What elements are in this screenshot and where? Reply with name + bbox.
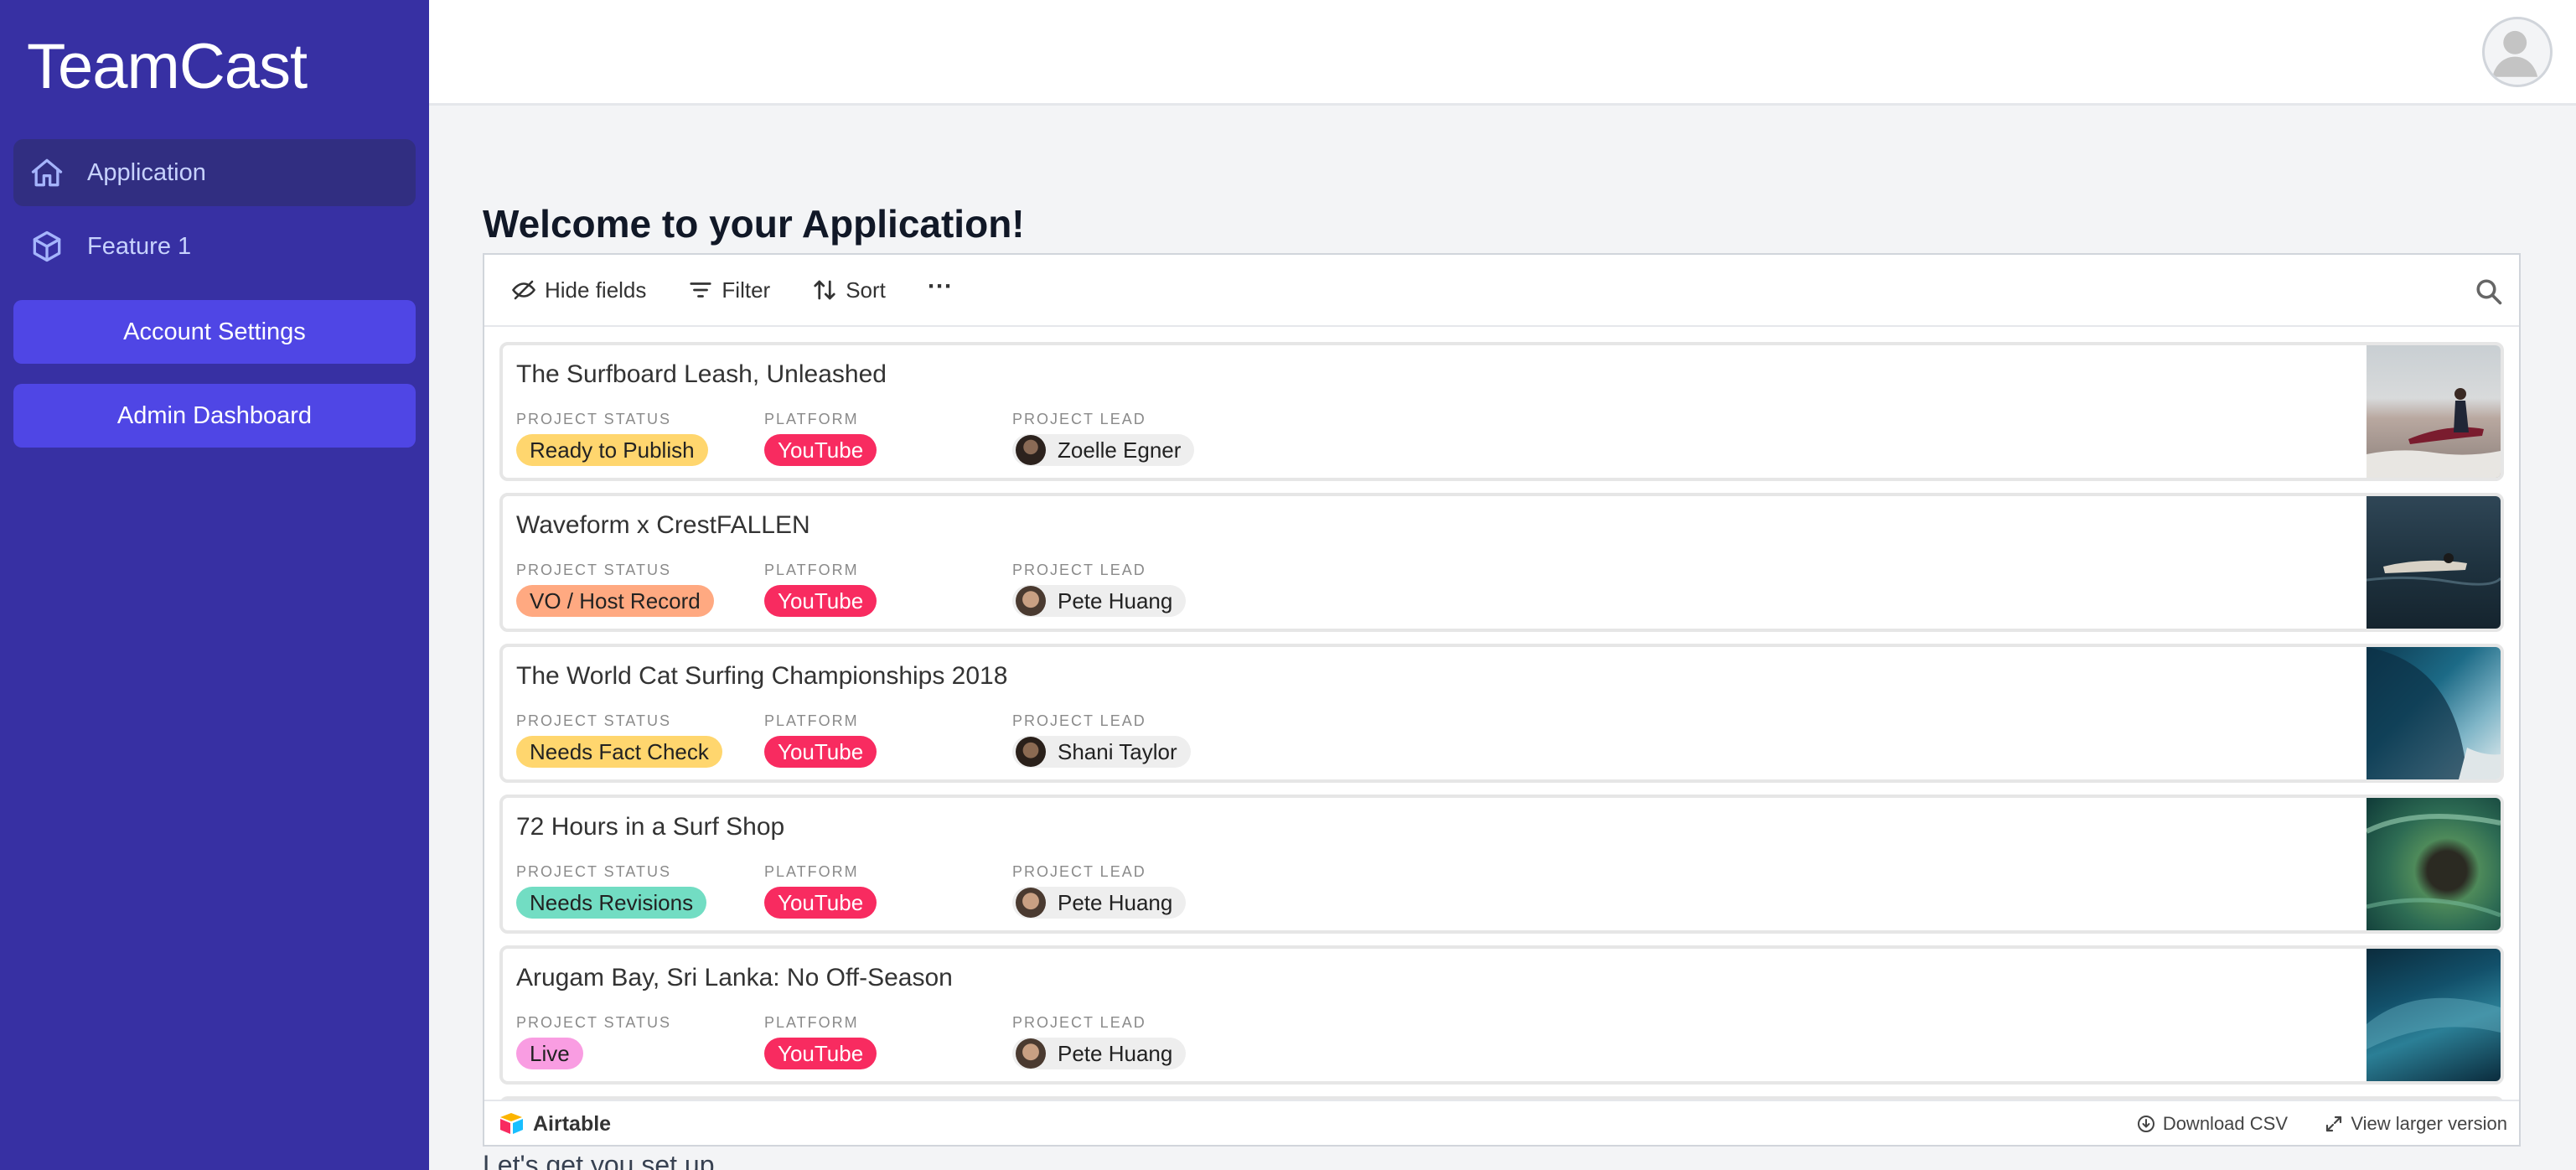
platform-label: PLATFORM bbox=[764, 863, 859, 880]
platform-badge: YouTube bbox=[764, 887, 877, 919]
record-title: The World Cat Surfing Championships 2018 bbox=[516, 662, 1008, 690]
lead-name: Pete Huang bbox=[1058, 889, 1173, 915]
platform-label: PLATFORM bbox=[764, 562, 859, 578]
embed-footer: Airtable Download CSV View larger versio… bbox=[484, 1100, 2519, 1145]
status-badge: Needs Revisions bbox=[516, 887, 707, 919]
view-larger-label: View larger version bbox=[2351, 1113, 2507, 1134]
setup-heading: Let's get you set up bbox=[483, 1150, 715, 1170]
platform-label: PLATFORM bbox=[764, 1014, 859, 1031]
avatar bbox=[1016, 888, 1046, 918]
project-lead-label: PROJECT LEAD bbox=[1012, 1014, 1146, 1031]
platform-badge: YouTube bbox=[764, 585, 877, 617]
filter-label: Filter bbox=[722, 277, 771, 303]
sidebar-item-label: Feature 1 bbox=[87, 232, 192, 260]
sidebar-item-label: Application bbox=[87, 158, 206, 186]
platform-badge: YouTube bbox=[764, 1038, 877, 1069]
project-lead-chip: Zoelle Egner bbox=[1012, 434, 1195, 466]
sidebar-item-feature-1[interactable]: Feature 1 bbox=[13, 213, 416, 280]
sidebar-item-application[interactable]: Application bbox=[13, 139, 416, 206]
record-title: 72 Hours in a Surf Shop bbox=[516, 813, 785, 841]
project-lead-chip: Shani Taylor bbox=[1012, 736, 1191, 768]
project-status-label: PROJECT STATUS bbox=[516, 411, 672, 427]
platform-label: PLATFORM bbox=[764, 411, 859, 427]
status-badge: Needs Fact Check bbox=[516, 736, 722, 768]
brand-logo[interactable]: TeamCast bbox=[27, 30, 308, 103]
search-icon[interactable] bbox=[2474, 277, 2504, 307]
expand-icon bbox=[2326, 1116, 2342, 1132]
download-csv-label: Download CSV bbox=[2162, 1113, 2288, 1134]
record-thumbnail bbox=[2367, 345, 2501, 478]
status-badge: Ready to Publish bbox=[516, 434, 708, 466]
project-status-label: PROJECT STATUS bbox=[516, 562, 672, 578]
airtable-brand: Airtable bbox=[533, 1111, 612, 1136]
airtable-logo[interactable]: Airtable bbox=[498, 1110, 611, 1138]
lead-name: Pete Huang bbox=[1058, 1040, 1173, 1066]
record-thumbnail bbox=[2366, 496, 2501, 629]
sort-icon bbox=[814, 280, 835, 300]
avatar bbox=[1016, 586, 1046, 616]
record-list: The Surfboard Leash, Unleashed PROJECT S… bbox=[499, 342, 2504, 1133]
airtable-embed: Hide fields Filter Sort ··· The Surfboar… bbox=[483, 253, 2521, 1147]
avatar bbox=[1016, 435, 1046, 465]
list-item[interactable]: Arugam Bay, Sri Lanka: No Off-Season PRO… bbox=[499, 945, 2504, 1085]
project-status-label: PROJECT STATUS bbox=[516, 863, 672, 880]
platform-badge: YouTube bbox=[764, 736, 877, 768]
project-lead-label: PROJECT LEAD bbox=[1012, 712, 1146, 729]
record-thumbnail bbox=[2367, 647, 2501, 779]
status-badge: Live bbox=[516, 1038, 583, 1069]
platform-badge: YouTube bbox=[764, 434, 877, 466]
filter-button[interactable]: Filter bbox=[688, 277, 770, 303]
project-lead-label: PROJECT LEAD bbox=[1012, 562, 1146, 578]
sidebar: TeamCast Application Feature 1 Account S… bbox=[0, 0, 429, 1170]
more-options-button[interactable]: ··· bbox=[928, 272, 953, 301]
status-badge: VO / Host Record bbox=[516, 585, 714, 617]
filter-icon bbox=[690, 282, 712, 298]
record-thumbnail bbox=[2365, 798, 2501, 930]
lead-name: Pete Huang bbox=[1058, 588, 1173, 613]
embed-toolbar: Hide fields Filter Sort ··· bbox=[484, 255, 2519, 327]
project-lead-label: PROJECT LEAD bbox=[1012, 863, 1146, 880]
list-item[interactable]: The Surfboard Leash, Unleashed PROJECT S… bbox=[499, 342, 2504, 481]
user-avatar-icon[interactable] bbox=[2482, 17, 2553, 87]
airtable-icon bbox=[500, 1113, 523, 1134]
record-title: The Surfboard Leash, Unleashed bbox=[516, 360, 887, 388]
eye-off-icon bbox=[511, 280, 536, 300]
hide-fields-label: Hide fields bbox=[545, 277, 647, 303]
record-title: Arugam Bay, Sri Lanka: No Off-Season bbox=[516, 964, 953, 991]
admin-dashboard-button[interactable]: Admin Dashboard bbox=[13, 384, 416, 448]
page-title: Welcome to your Application! bbox=[483, 202, 1025, 246]
account-settings-button[interactable]: Account Settings bbox=[13, 300, 416, 364]
top-bar bbox=[429, 0, 2576, 106]
list-item[interactable]: 72 Hours in a Surf Shop PROJECT STATUS P… bbox=[499, 795, 2504, 934]
project-lead-label: PROJECT LEAD bbox=[1012, 411, 1146, 427]
list-item[interactable]: Waveform x CrestFALLEN PROJECT STATUS PL… bbox=[499, 493, 2504, 632]
lead-name: Shani Taylor bbox=[1058, 738, 1177, 764]
avatar bbox=[1016, 737, 1046, 767]
sort-button[interactable]: Sort bbox=[812, 277, 886, 303]
list-item[interactable]: The World Cat Surfing Championships 2018… bbox=[499, 644, 2504, 783]
download-icon bbox=[2137, 1116, 2154, 1132]
project-status-label: PROJECT STATUS bbox=[516, 1014, 672, 1031]
project-lead-chip: Pete Huang bbox=[1012, 1038, 1187, 1069]
download-csv-link[interactable]: Download CSV bbox=[2136, 1113, 2288, 1135]
record-thumbnail bbox=[2367, 949, 2501, 1081]
platform-label: PLATFORM bbox=[764, 712, 859, 729]
home-icon bbox=[27, 153, 67, 193]
cube-icon bbox=[27, 226, 67, 267]
project-status-label: PROJECT STATUS bbox=[516, 712, 672, 729]
project-lead-chip: Pete Huang bbox=[1012, 887, 1187, 919]
hide-fields-button[interactable]: Hide fields bbox=[511, 277, 646, 303]
view-larger-link[interactable]: View larger version bbox=[2324, 1113, 2507, 1135]
avatar bbox=[1016, 1038, 1046, 1069]
lead-name: Zoelle Egner bbox=[1058, 437, 1182, 463]
sort-label: Sort bbox=[846, 277, 886, 303]
record-title: Waveform x CrestFALLEN bbox=[516, 511, 810, 539]
project-lead-chip: Pete Huang bbox=[1012, 585, 1187, 617]
